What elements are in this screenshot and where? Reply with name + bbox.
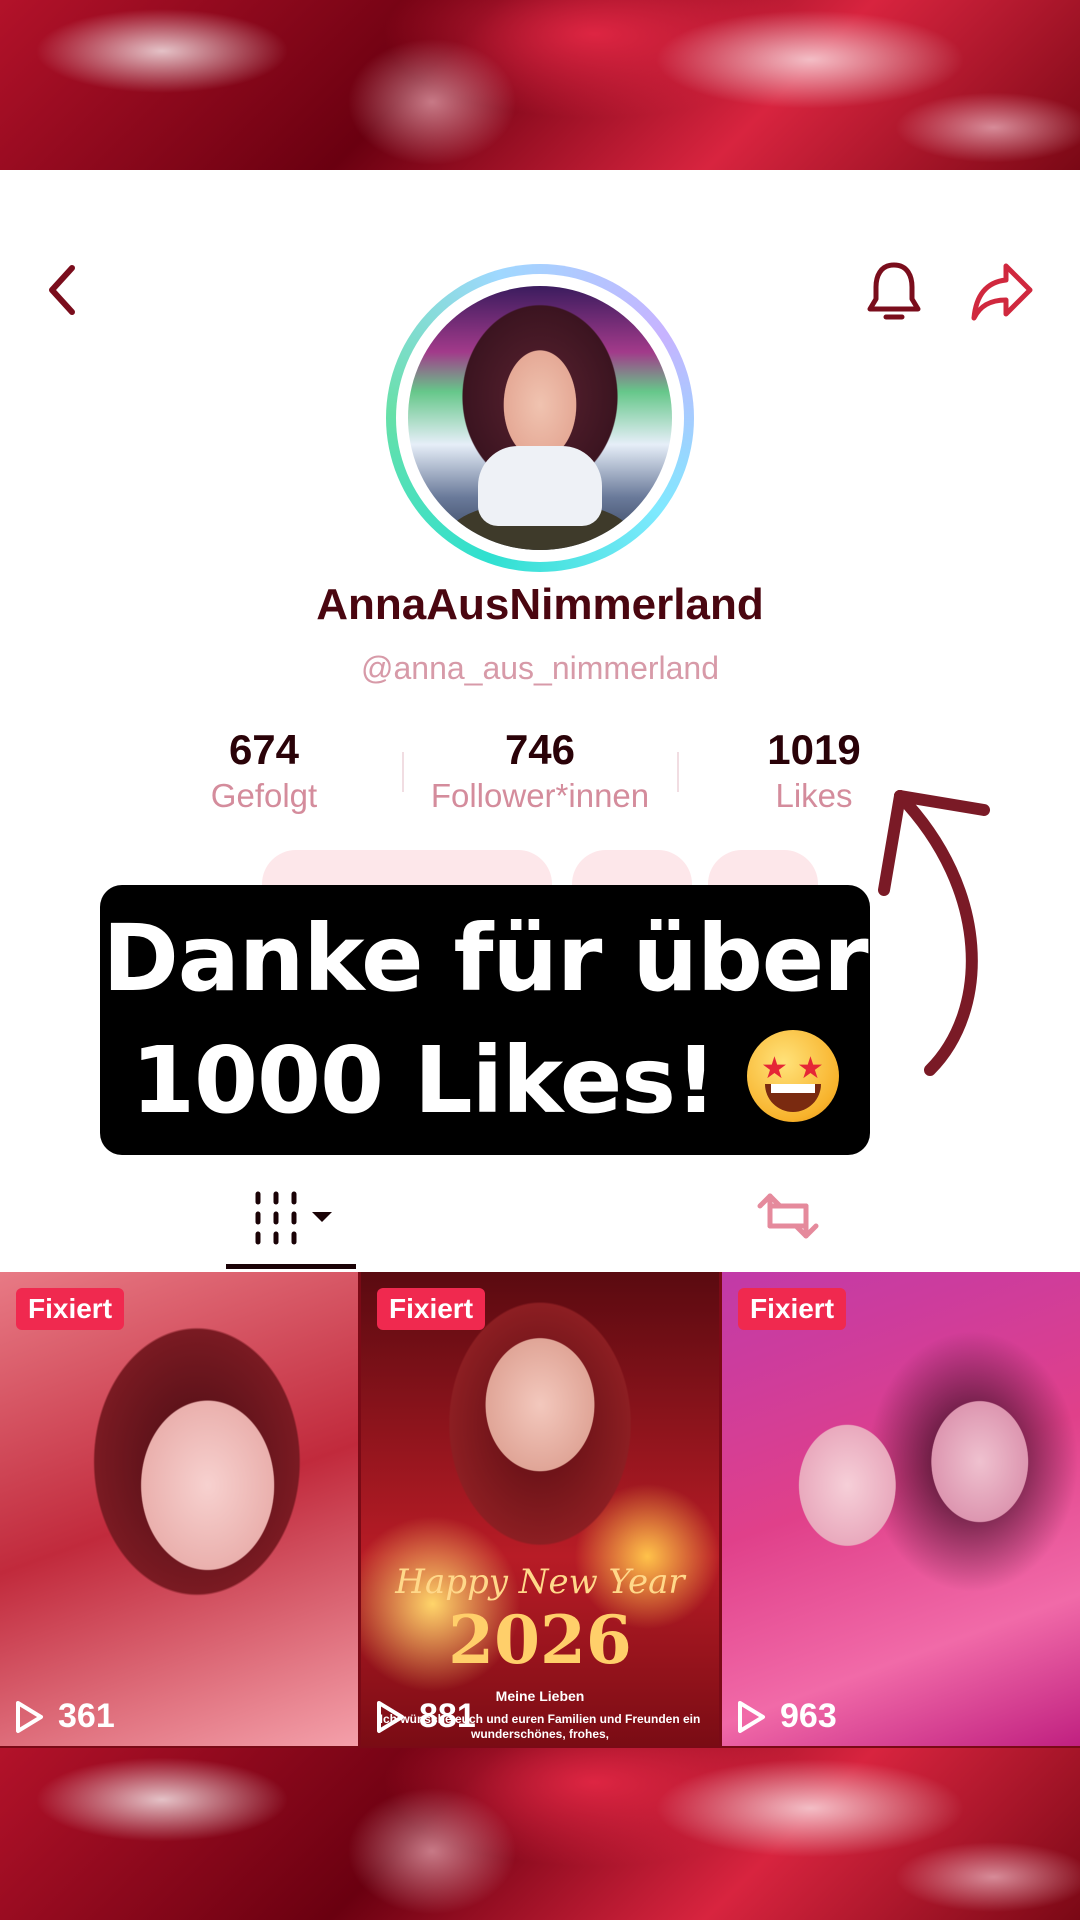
background-smoke-top — [0, 0, 1080, 170]
view-count-value: 881 — [419, 1697, 476, 1735]
bell-icon — [867, 262, 921, 320]
video-tile[interactable]: Fixiert Happy New Year 2026 Meine Lieben… — [361, 1272, 719, 1746]
stat-divider — [677, 752, 679, 792]
view-count: 361 — [14, 1697, 115, 1736]
view-count: 881 — [375, 1697, 476, 1736]
banner-line-2-text: 1000 Likes! — [130, 1027, 717, 1134]
stat-followers[interactable]: 746 Follower*innen — [400, 724, 680, 816]
share-icon — [971, 263, 1033, 321]
view-count: 963 — [736, 1697, 837, 1736]
tab-reposts[interactable] — [756, 1186, 820, 1246]
play-icon — [16, 1700, 43, 1733]
avatar[interactable] — [386, 264, 694, 572]
hand-drawn-arrow-icon — [878, 790, 990, 1076]
stat-value: 674 — [228, 726, 300, 773]
share-button[interactable] — [966, 258, 1038, 326]
avatar-image — [408, 286, 672, 550]
pinned-badge: Fixiert — [16, 1288, 125, 1330]
video-grid: Fixiert 361 Fixiert Happy New Year 2026 … — [0, 1272, 1080, 1748]
play-icon — [377, 1700, 404, 1733]
video-overlay-title: Happy New Year — [395, 1562, 685, 1602]
stat-value: 1019 — [767, 726, 861, 773]
pinned-badge: Fixiert — [377, 1288, 486, 1330]
stat-following[interactable]: 674 Gefolgt — [124, 724, 404, 816]
stat-value: 746 — [504, 726, 576, 773]
repost-icon — [757, 1193, 819, 1239]
username: @anna_aus_nimmerland — [360, 650, 720, 686]
play-icon — [738, 1700, 765, 1733]
display-name: AnnaAusNimmerland — [316, 580, 764, 629]
banner-line-1: Danke für über — [102, 905, 868, 1012]
pinned-badge: Fixiert — [738, 1288, 847, 1330]
stat-divider — [402, 752, 404, 792]
background-smoke-bottom — [0, 1748, 1080, 1920]
banner-line-2: 1000 Likes! ★ ★ — [130, 1020, 840, 1142]
back-button[interactable] — [34, 262, 90, 318]
active-tab-indicator — [226, 1264, 356, 1269]
view-count-value: 361 — [58, 1697, 115, 1735]
stat-label: Gefolgt — [210, 777, 318, 814]
notification-bell-button[interactable] — [862, 258, 926, 326]
chevron-left-icon — [49, 265, 75, 315]
video-tile[interactable]: Fixiert 361 — [0, 1272, 358, 1746]
videos-grid-icon — [255, 1191, 332, 1245]
video-tile[interactable]: Fixiert 963 — [722, 1272, 1080, 1746]
view-count-value: 963 — [780, 1697, 837, 1735]
thank-you-banner: Danke für über 1000 Likes! ★ ★ — [100, 885, 870, 1155]
stat-label: Follower*innen — [430, 777, 650, 814]
star-struck-emoji-icon: ★ ★ — [747, 1030, 840, 1122]
tab-videos[interactable] — [226, 1180, 356, 1264]
video-overlay-year: 2026 — [448, 1601, 632, 1679]
